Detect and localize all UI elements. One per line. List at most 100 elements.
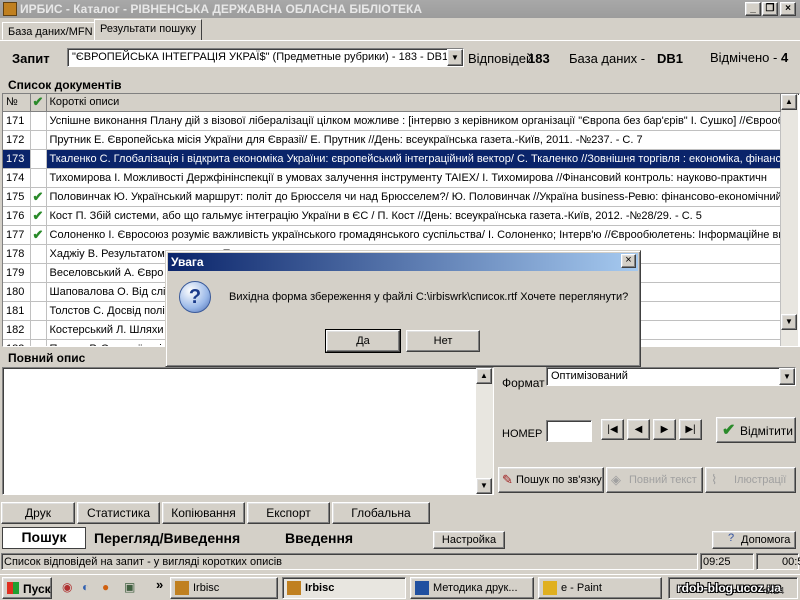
- col-check-header[interactable]: ✔: [30, 94, 47, 112]
- system-tray: rdob-blog.ucoz.ua 9:24: [668, 577, 798, 599]
- row-check-icon[interactable]: [30, 111, 47, 131]
- close-button[interactable]: ×: [780, 2, 796, 16]
- quicklaunch-icon-1[interactable]: ◉: [62, 580, 72, 594]
- full-desc-scroll-down-icon[interactable]: ▼: [476, 478, 492, 494]
- illustrations-label: Ілюстрації: [734, 474, 787, 486]
- doclist-scrollbar[interactable]: ▲ ▼: [781, 94, 798, 346]
- title-bar[interactable]: ИРБИС - Каталог - РІВНЕНСЬКА ДЕРЖАВНА ОБ…: [0, 0, 800, 18]
- taskbar-item-word[interactable]: Методика друк...: [410, 577, 534, 599]
- row-check-icon[interactable]: ✔: [30, 187, 47, 207]
- taskbar-item-irbisc-2[interactable]: Irbisc: [282, 577, 406, 599]
- status-time1: 09:25: [703, 556, 731, 568]
- first-record-button[interactable]: |◀: [601, 419, 624, 440]
- full-desc-scrollbar[interactable]: ▲ ▼: [476, 368, 493, 494]
- next-record-button[interactable]: ▶: [653, 419, 676, 440]
- mark-button[interactable]: ✔ Відмітити: [716, 417, 796, 443]
- nomer-input[interactable]: [546, 420, 592, 442]
- mode-tab-input[interactable]: Введення: [285, 529, 353, 550]
- paint-icon: [543, 581, 557, 595]
- last-record-button[interactable]: ▶|: [679, 419, 702, 440]
- settings-button[interactable]: Настройка: [433, 531, 505, 549]
- table-row[interactable]: 175 ✔ Половинчак Ю. Український маршрут: п…: [3, 187, 781, 207]
- format-dropdown-icon[interactable]: ▼: [779, 368, 795, 385]
- row-number: 182: [3, 320, 31, 340]
- table-row[interactable]: 174 Тихомирова І. Можливості Держфінінспе…: [3, 168, 781, 188]
- tab-database-mfn[interactable]: База даних/MFN: [2, 22, 99, 40]
- row-check-icon[interactable]: [30, 320, 47, 340]
- minimize-button[interactable]: _: [745, 2, 761, 16]
- row-description: Кост П. Збій системи, або що гальмує інт…: [46, 206, 781, 226]
- row-number: 175: [3, 187, 31, 207]
- dialog-close-icon[interactable]: ×: [621, 254, 636, 268]
- taskbar-more-icon[interactable]: »: [156, 577, 163, 592]
- query-value: "ЄВРОПЕЙСЬКА ІНТЕГРАЦІЯ УКРАЇ$" (Предмет…: [72, 51, 449, 63]
- row-check-icon[interactable]: [30, 263, 47, 283]
- taskbar: Пуск ◉ ◐ ● ▣ » Irbisc Irbisc Методика др…: [0, 574, 800, 600]
- search-link-button[interactable]: ✎ Пошук по зв'язку: [498, 467, 604, 493]
- table-row[interactable]: 171 Успішне виконання Плану дій з візової…: [3, 111, 781, 131]
- dialog-no-button[interactable]: Нет: [406, 330, 480, 352]
- illustrations-button[interactable]: ⌇ Ілюстрації: [705, 467, 796, 493]
- row-check-icon[interactable]: ✔: [30, 206, 47, 226]
- table-row[interactable]: 177 ✔ Солоненко І. Євросоюз розуміє важлив…: [3, 225, 781, 245]
- help-button[interactable]: ? Допомога: [712, 531, 796, 549]
- table-row[interactable]: 173 ✔ Ткаленко С. Глобалізація і відкрита …: [3, 149, 781, 169]
- row-check-icon[interactable]: ✔: [30, 225, 47, 245]
- mark-button-label: Відмітити: [740, 424, 793, 438]
- table-row[interactable]: 176 ✔ Кост П. Збій системи, або що гальмує…: [3, 206, 781, 226]
- quicklaunch-icon-3[interactable]: ●: [102, 580, 109, 594]
- full-desc-scroll-up-icon[interactable]: ▲: [476, 368, 492, 384]
- row-check-icon[interactable]: [30, 339, 47, 346]
- status-time2: 00:50: [782, 556, 800, 568]
- alert-dialog[interactable]: Увага × ? Вихідна форма збереження у фай…: [165, 250, 641, 367]
- query-dropdown-icon[interactable]: ▼: [447, 49, 463, 66]
- row-description: Прутник Е. Європейська місія України для…: [46, 130, 781, 150]
- mode-tab-search[interactable]: Пошук: [2, 527, 86, 549]
- row-check-icon[interactable]: [30, 130, 47, 150]
- row-check-icon[interactable]: ✔: [30, 149, 47, 169]
- taskbar-item-irbisc-1[interactable]: Irbisc: [170, 577, 278, 599]
- dialog-yes-button[interactable]: Да: [325, 329, 401, 353]
- row-check-icon[interactable]: [30, 282, 47, 302]
- row-number: 173: [3, 149, 31, 169]
- scroll-up-icon[interactable]: ▲: [781, 94, 797, 110]
- statistics-button[interactable]: Статистика: [77, 502, 160, 524]
- copy-button[interactable]: Копіювання: [162, 502, 245, 524]
- full-text-button[interactable]: ◈ Повний текст: [606, 467, 703, 493]
- format-combo[interactable]: Оптимізований: [546, 367, 796, 386]
- start-label: Пуск: [23, 582, 51, 596]
- irbis-icon: [287, 581, 301, 595]
- search-link-label: Пошук по зв'язку: [516, 474, 602, 486]
- table-row[interactable]: 172 Прутник Е. Європейська місія України …: [3, 130, 781, 150]
- quicklaunch-icon-2[interactable]: ◐: [82, 580, 89, 594]
- query-combo[interactable]: "ЄВРОПЕЙСЬКА ІНТЕГРАЦІЯ УКРАЇ$" (Предмет…: [67, 48, 464, 67]
- book-icon: ◈: [611, 472, 621, 487]
- dialog-titlebar[interactable]: Увага: [168, 253, 638, 271]
- paperclip-icon: ⌇: [711, 472, 718, 487]
- row-number: 177: [3, 225, 31, 245]
- prev-record-button[interactable]: ◀: [627, 419, 650, 440]
- app-icon: [3, 2, 17, 16]
- row-check-icon[interactable]: [30, 244, 47, 264]
- export-button[interactable]: Експорт: [247, 502, 330, 524]
- dialog-message: Вихідна форма збереження у файлі C:\irbi…: [229, 291, 629, 303]
- col-desc-header[interactable]: Короткі описи: [46, 94, 781, 112]
- full-desc-area[interactable]: ▲ ▼: [2, 367, 494, 495]
- row-description: Ткаленко С. Глобалізація і відкрита екон…: [46, 149, 781, 169]
- format-value: Оптимізований: [551, 370, 628, 382]
- tab-search-results[interactable]: Результати пошуку: [94, 19, 203, 41]
- maximize-button[interactable]: ❐: [762, 2, 778, 16]
- print-button[interactable]: Друк: [1, 502, 75, 524]
- mode-tab-view[interactable]: Перегляд/Виведення: [94, 529, 240, 550]
- start-button[interactable]: Пуск: [2, 577, 52, 599]
- taskbar-item-paint[interactable]: e - Paint: [538, 577, 662, 599]
- checkmark-icon: ✔: [722, 422, 736, 439]
- quicklaunch-icon-4[interactable]: ▣: [124, 580, 135, 594]
- row-check-icon[interactable]: [30, 301, 47, 321]
- nomer-label: НОМЕР: [502, 428, 543, 440]
- status-time2-panel: 00:50: [756, 553, 800, 570]
- global-button[interactable]: Глобальна: [332, 502, 430, 524]
- scroll-down-icon[interactable]: ▼: [781, 314, 797, 330]
- row-check-icon[interactable]: [30, 168, 47, 188]
- col-num-header[interactable]: №: [3, 94, 31, 112]
